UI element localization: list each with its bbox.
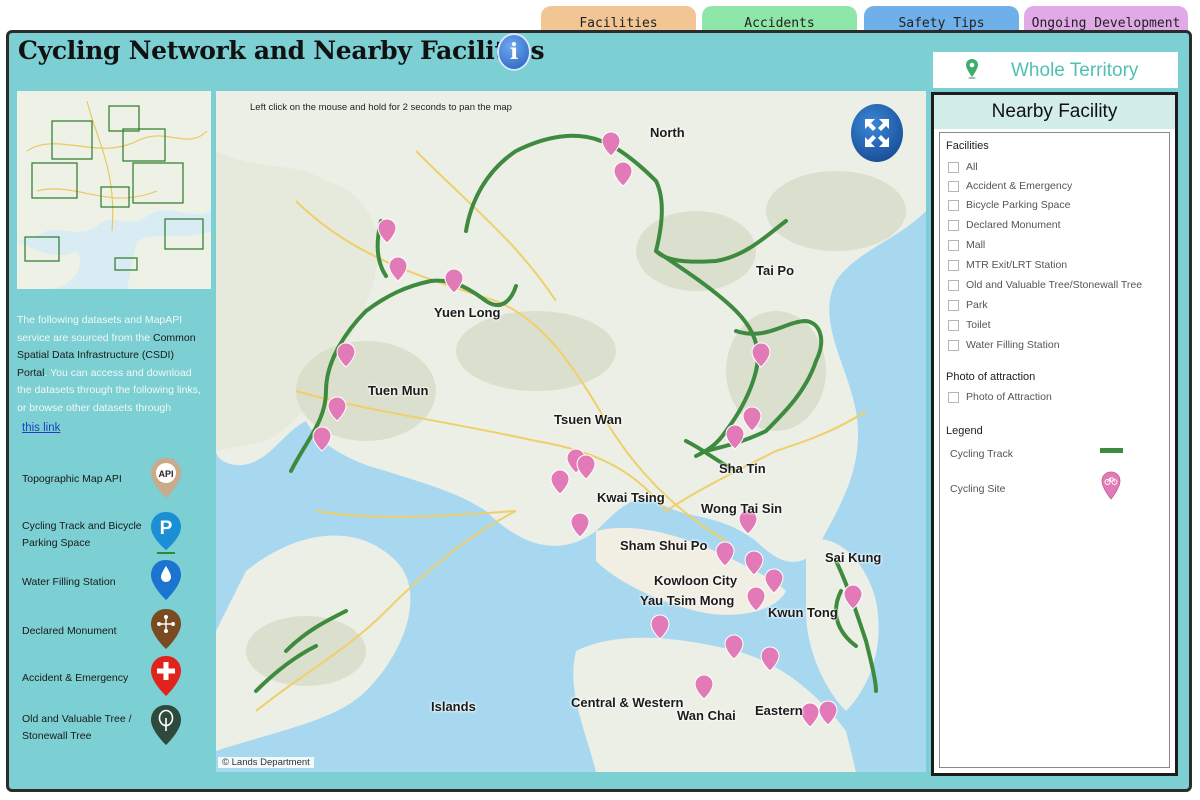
checkbox[interactable] — [948, 259, 959, 271]
filter-label: Water Filling Station — [966, 339, 1060, 351]
filter-water-filling-station[interactable]: Water Filling Station — [948, 339, 1060, 351]
district-label-kowloon-city: Kowloon City — [654, 573, 738, 588]
map-graphic — [216, 91, 926, 772]
filter-photo-of-attraction[interactable]: Photo of Attraction — [948, 391, 1052, 403]
checkbox[interactable] — [948, 339, 959, 351]
overview-minimap[interactable] — [17, 91, 211, 289]
page-title: Cycling Network and Nearby Facilities — [18, 36, 545, 65]
data-source-description: The following datasets and MapAPI servic… — [17, 312, 207, 417]
filter-accident-emergency[interactable]: Accident & Emergency — [948, 180, 1072, 192]
district-label-sai-kung: Sai Kung — [825, 550, 882, 565]
district-label-eastern: Eastern — [755, 703, 803, 718]
district-label-sham-shui-po: Sham Shui Po — [620, 538, 708, 553]
expand-icon — [865, 119, 889, 147]
source-cycling-track-parking[interactable]: Cycling Track and Bicycle Parking Space — [22, 518, 152, 552]
legend-title: Legend — [946, 425, 983, 437]
district-label-tuen-mun: Tuen Mun — [368, 383, 429, 398]
district-label-wong-tai-sin: Wong Tai Sin — [701, 501, 783, 516]
checkbox[interactable] — [948, 161, 959, 173]
region-label: Whole Territory — [1011, 60, 1139, 81]
district-label-tai-po: Tai Po — [756, 263, 795, 278]
filter-label: Bicycle Parking Space — [966, 199, 1071, 211]
photo-section-title: Photo of attraction — [946, 371, 1036, 383]
source-topographic-map-api[interactable]: Topographic Map API — [22, 471, 152, 488]
filter-all[interactable]: All — [948, 161, 978, 173]
district-label-kwun-tong: Kwun Tong — [768, 605, 838, 620]
district-label-kwai-tsing: Kwai Tsing — [597, 490, 665, 505]
district-label-tsuen-wan: Tsuen Wan — [554, 412, 622, 427]
map-pan-hint: Left click on the mouse and hold for 2 s… — [250, 102, 512, 113]
district-label-north: North — [650, 125, 685, 140]
map-pin-icon — [966, 59, 978, 79]
filter-mtr-exit[interactable]: MTR Exit/LRT Station — [948, 259, 1067, 271]
api-pin-icon[interactable]: API — [149, 456, 183, 502]
source-intro-text-2: . You can access and download the datase… — [17, 366, 201, 414]
filter-bicycle-parking[interactable]: Bicycle Parking Space — [948, 199, 1070, 211]
checkbox[interactable] — [948, 391, 959, 403]
source-old-valuable-tree[interactable]: Old and Valuable Tree / Stonewall Tree — [22, 711, 152, 745]
checkbox[interactable] — [948, 319, 959, 331]
cycling-map[interactable] — [216, 91, 926, 772]
api-pin-text: API — [158, 469, 173, 479]
source-declared-monument[interactable]: Declared Monument — [22, 623, 152, 640]
filter-mall[interactable]: Mall — [948, 239, 985, 251]
filter-label: Toilet — [966, 319, 991, 331]
checkbox[interactable] — [948, 180, 959, 192]
district-label-yau-tsim-mong: Yau Tsim Mong — [640, 593, 735, 608]
source-accident-emergency[interactable]: Accident & Emergency — [22, 670, 152, 687]
region-selector[interactable]: Whole Territory — [933, 52, 1178, 88]
legend-cycling-site-label: Cycling Site — [950, 483, 1006, 495]
checkbox[interactable] — [948, 299, 959, 311]
source-water-filling-station[interactable]: Water Filling Station — [22, 574, 152, 591]
district-label-sha-tin: Sha Tin — [719, 461, 766, 476]
district-label-central-western: Central & Western — [571, 695, 684, 710]
water-drop-pin-icon[interactable] — [149, 558, 183, 604]
district-label-islands: Islands — [431, 699, 476, 714]
filter-label: Photo of Attraction — [966, 391, 1052, 403]
tree-pin-icon[interactable] — [149, 703, 183, 749]
nearby-facility-panel: Nearby Facility Facilities All Accident … — [931, 92, 1178, 776]
filter-park[interactable]: Park — [948, 299, 988, 311]
monument-pin-icon[interactable] — [149, 607, 183, 653]
filter-old-valuable-tree[interactable]: Old and Valuable Tree/Stonewall Tree — [948, 279, 1142, 291]
filter-label: Mall — [966, 239, 986, 251]
filter-label: MTR Exit/LRT Station — [966, 259, 1068, 271]
legend-cycling-track-label: Cycling Track — [950, 448, 1014, 460]
checkbox[interactable] — [948, 279, 959, 291]
checkbox[interactable] — [948, 199, 959, 211]
nearby-facility-filters: Facilities All Accident & Emergency Bicy… — [939, 132, 1170, 768]
filter-toilet[interactable]: Toilet — [948, 319, 991, 331]
this-link[interactable]: this link — [22, 422, 60, 434]
checkbox[interactable] — [948, 239, 959, 251]
nearby-facility-title: Nearby Facility — [934, 95, 1175, 129]
district-label-wan-chai: Wan Chai — [677, 708, 736, 723]
facilities-section-title: Facilities — [946, 140, 989, 152]
filter-label: All — [966, 161, 978, 173]
cycling-site-pin-icon — [1101, 471, 1121, 500]
cycling-track-line-icon — [1100, 448, 1123, 453]
filter-declared-monument[interactable]: Declared Monument — [948, 219, 1061, 231]
filter-label: Old and Valuable Tree/Stonewall Tree — [966, 279, 1143, 291]
minimap-graphic — [17, 91, 211, 289]
checkbox[interactable] — [948, 219, 959, 231]
map-credit: © Lands Department — [218, 757, 314, 768]
first-aid-pin-icon[interactable] — [149, 654, 183, 700]
parking-pin-icon[interactable]: P — [149, 510, 183, 556]
info-icon[interactable]: i — [497, 33, 531, 71]
filter-label: Declared Monument — [966, 219, 1061, 231]
district-label-yuen-long: Yuen Long — [434, 305, 501, 320]
parking-pin-text: P — [160, 518, 173, 539]
expand-map-button[interactable] — [851, 104, 903, 162]
filter-label: Accident & Emergency — [966, 180, 1073, 192]
filter-label: Park — [966, 299, 988, 311]
